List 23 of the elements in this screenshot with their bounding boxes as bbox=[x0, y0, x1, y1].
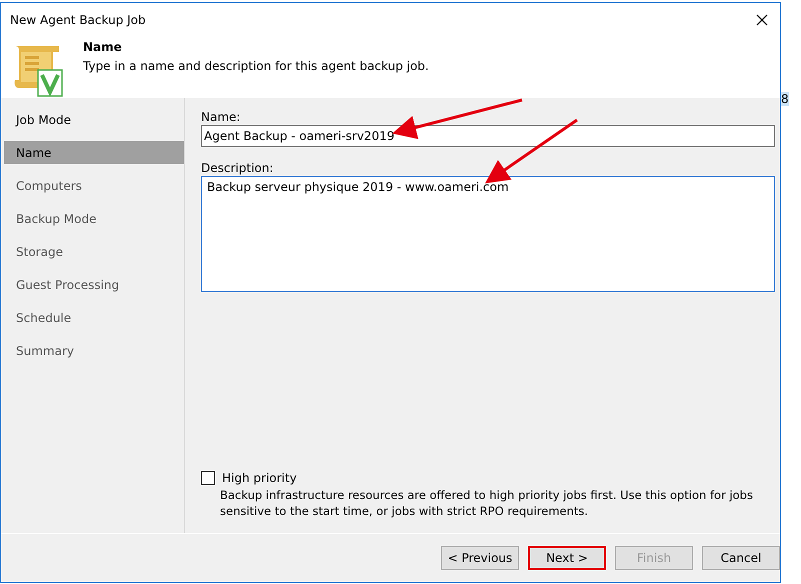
sidebar-item[interactable]: Job Mode bbox=[4, 108, 184, 131]
close-button[interactable] bbox=[754, 12, 770, 28]
checkbox-label: High priority bbox=[222, 471, 297, 485]
background-text: 8 bbox=[781, 92, 789, 106]
window-title: New Agent Backup Job bbox=[10, 12, 146, 26]
dialog-button[interactable]: < Previous bbox=[441, 546, 519, 570]
sidebar-item[interactable]: Storage bbox=[4, 240, 184, 263]
sidebar-item[interactable]: Name bbox=[4, 141, 184, 164]
field-label: Description: bbox=[201, 161, 274, 175]
dialog-button[interactable]: Next > bbox=[528, 546, 606, 570]
field-label: Name: bbox=[201, 110, 242, 124]
sidebar-item[interactable]: Guest Processing bbox=[4, 273, 184, 296]
sidebar-item[interactable]: Computers bbox=[4, 174, 184, 197]
sidebar-item[interactable]: Backup Mode bbox=[4, 207, 184, 230]
name-field[interactable]: Agent Backup - oameri-srv2019 bbox=[201, 125, 775, 147]
dialog-button[interactable]: Cancel bbox=[702, 546, 780, 570]
description-field[interactable]: Backup serveur physique 2019 - www.oameri.com bbox=[201, 176, 775, 292]
step-title: Name bbox=[83, 40, 123, 54]
help-text: Backup infrastructure resources are offered to high priority jobs first. Use this option for jobs sensitive to the start time, or jobs with strict RPO requirements. bbox=[220, 487, 754, 519]
checkbox[interactable] bbox=[201, 471, 215, 485]
step-subtitle: Type in a name and description for this agent backup job. bbox=[83, 59, 429, 73]
sidebar-item[interactable]: Summary bbox=[4, 339, 184, 362]
sidebar-item[interactable]: Schedule bbox=[4, 306, 184, 329]
